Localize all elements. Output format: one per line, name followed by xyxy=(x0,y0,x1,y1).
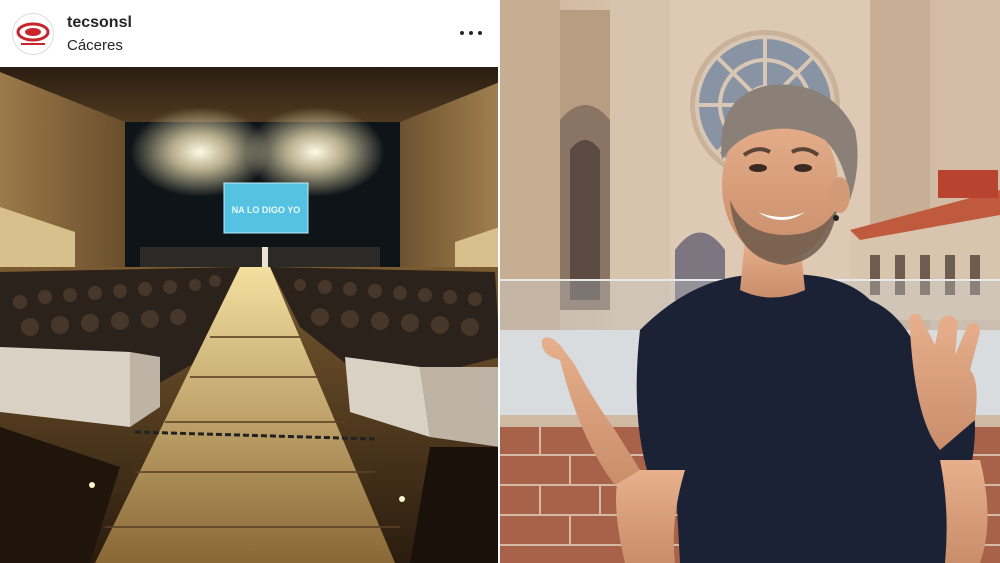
instagram-post: tecsonsl Cáceres NA LO DIGO YO xyxy=(0,0,500,563)
cathedral-scene xyxy=(500,0,1000,563)
profile-avatar[interactable] xyxy=(12,13,54,55)
post-username[interactable]: tecsonsl xyxy=(67,14,132,32)
cathedral-photo[interactable] xyxy=(500,0,1000,563)
auditorium-scene: NA LO DIGO YO xyxy=(0,67,500,563)
more-options-icon[interactable] xyxy=(458,20,484,46)
stage-screen-text: NA LO DIGO YO xyxy=(232,205,301,215)
auditorium-photo[interactable]: NA LO DIGO YO xyxy=(0,67,500,563)
post-header: tecsonsl Cáceres xyxy=(0,0,500,67)
post-location[interactable]: Cáceres xyxy=(67,37,123,54)
tecson-logo-icon xyxy=(16,22,50,45)
